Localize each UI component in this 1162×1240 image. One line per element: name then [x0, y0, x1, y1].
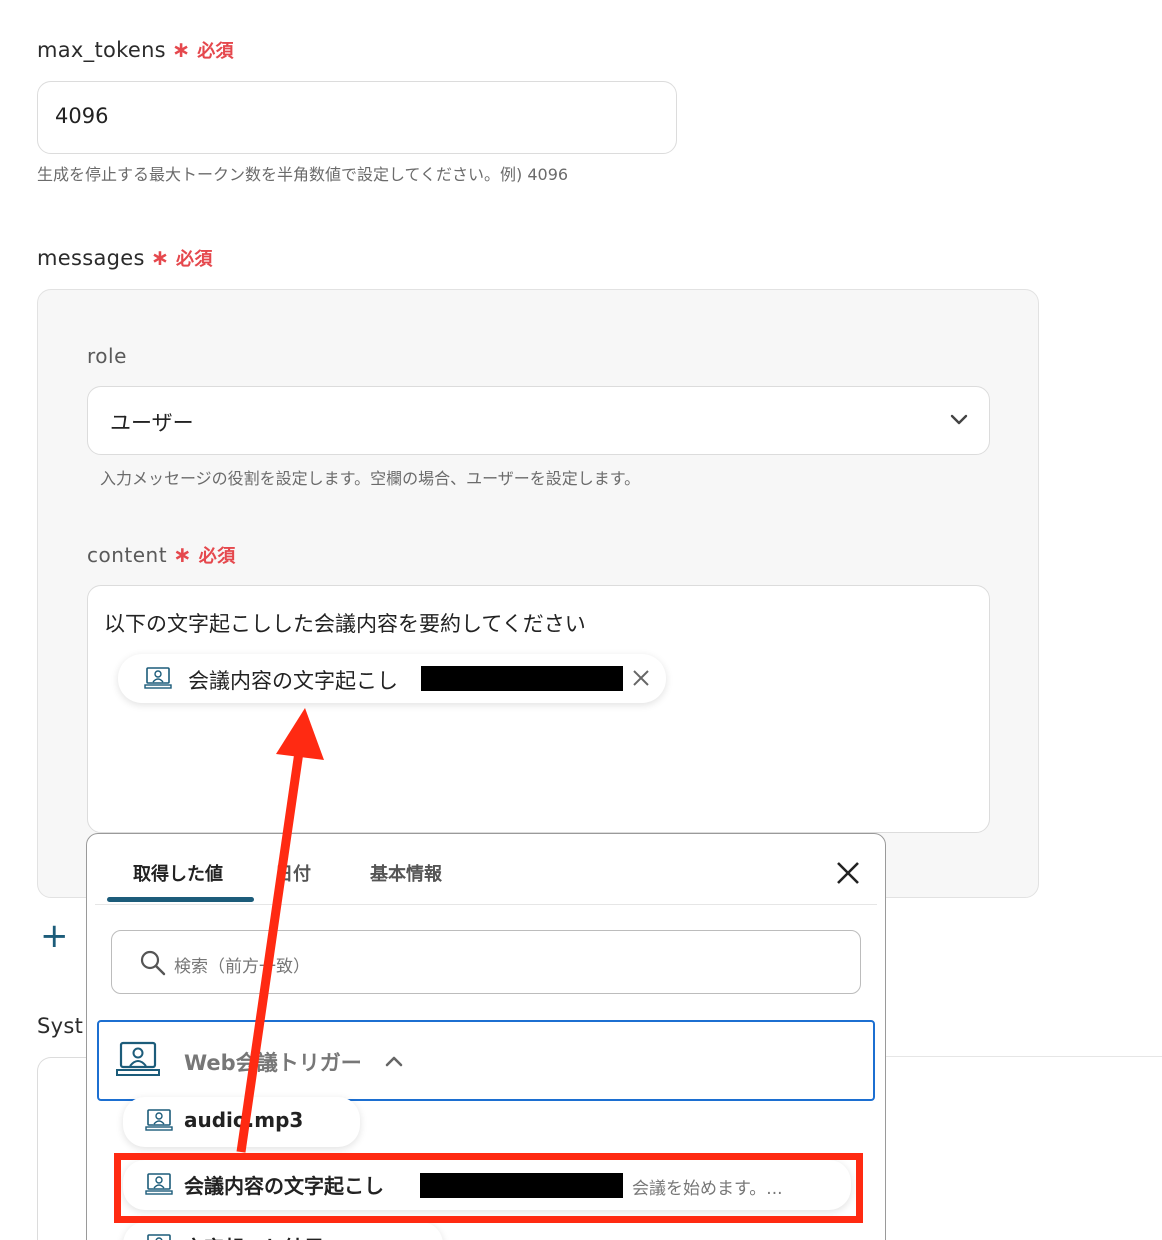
web-meeting-icon — [116, 1041, 160, 1076]
web-meeting-icon — [144, 667, 172, 689]
list-item-audio[interactable]: audio.mp3 — [123, 1097, 360, 1147]
chip-label: 会議内容の文字起こし — [188, 669, 398, 693]
required-badge: ∗ 必須 — [173, 543, 236, 568]
annotation-highlight-box — [114, 1153, 863, 1223]
max-tokens-label: max_tokens ∗ 必須 — [37, 38, 234, 63]
role-value: ユーザー — [110, 411, 194, 435]
web-meeting-icon — [145, 1109, 173, 1131]
search-placeholder: 検索（前方一致） — [174, 957, 310, 977]
content-variable-chip[interactable]: 会議内容の文字起こし — [118, 654, 666, 703]
messages-label: messages ∗ 必須 — [37, 246, 213, 271]
max-tokens-value: 4096 — [55, 104, 109, 128]
chevron-down-icon — [950, 414, 968, 425]
tab-date[interactable]: 日付 — [275, 860, 311, 886]
role-label: role — [87, 344, 127, 368]
messages-container: role ユーザー 入力メッセージの役割を設定します。空欄の場合、ユーザーを設定… — [37, 289, 1039, 898]
list-item-label: audio.mp3 — [184, 1108, 304, 1132]
add-message-icon[interactable]: + — [40, 919, 69, 953]
chevron-up-icon — [385, 1056, 403, 1067]
tab-acquired-values[interactable]: 取得した値 — [133, 860, 223, 886]
active-tab-indicator — [107, 897, 254, 902]
required-badge: ∗ 必須 — [150, 246, 213, 271]
system-label: Syst — [37, 1014, 84, 1038]
list-item-transcript-url[interactable]: 文字起こし結果URL — [123, 1222, 443, 1240]
search-input[interactable]: 検索（前方一致） — [111, 930, 861, 994]
trigger-group-header[interactable]: Web会議トリガー — [97, 1020, 875, 1101]
required-badge: ∗ 必須 — [171, 38, 234, 63]
content-label: content ∗ 必須 — [87, 543, 236, 568]
role-hint: 入力メッセージの役割を設定します。空欄の場合、ユーザーを設定します。 — [100, 469, 641, 488]
divider-line — [886, 1056, 1162, 1057]
search-icon — [140, 950, 166, 976]
content-textarea[interactable]: 以下の文字起こしした会議内容を要約してください — [87, 585, 990, 833]
content-text: 以下の文字起こしした会議内容を要約してください — [104, 612, 586, 636]
close-icon[interactable] — [631, 668, 651, 688]
tab-divider — [95, 904, 877, 905]
close-icon[interactable] — [835, 860, 861, 886]
trigger-label: Web会議トリガー — [184, 1051, 362, 1075]
role-select[interactable]: ユーザー — [87, 386, 990, 455]
web-meeting-icon — [147, 1234, 171, 1240]
list-item-label: 文字起こし結果URL — [184, 1232, 368, 1240]
tab-basic-info[interactable]: 基本情報 — [370, 860, 442, 886]
redacted-block — [421, 666, 623, 691]
max-tokens-input[interactable]: 4096 — [37, 81, 677, 154]
max-tokens-hint: 生成を停止する最大トークン数を半角数値で設定してください。例) 4096 — [37, 165, 569, 184]
